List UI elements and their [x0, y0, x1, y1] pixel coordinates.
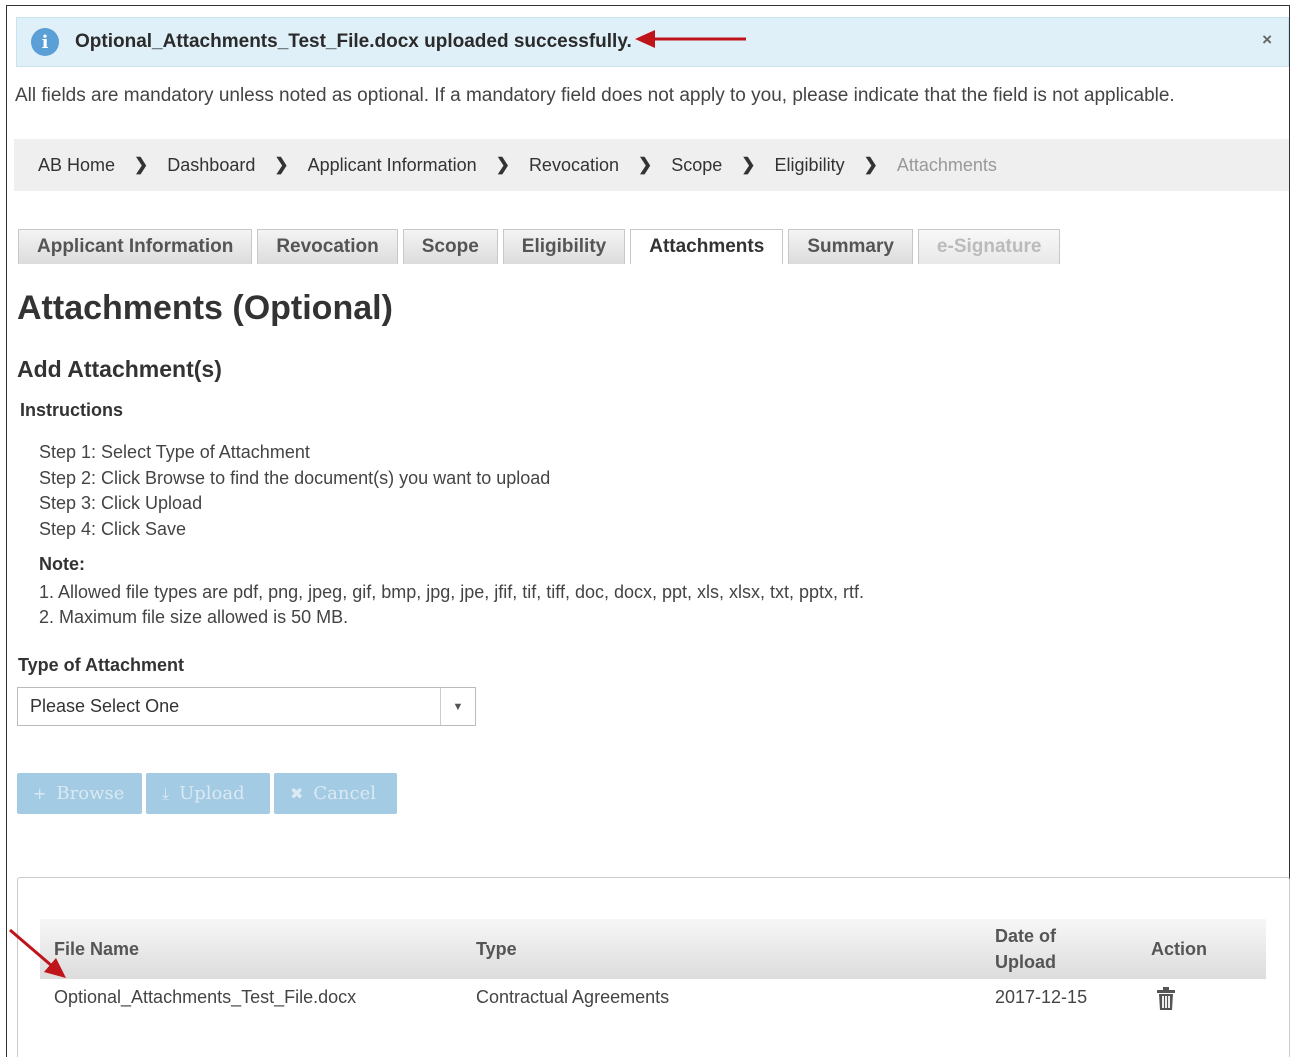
attachments-table-panel: File Name Type Date of Upload Action Opt… [17, 877, 1290, 1057]
upload-icon: ⤓ [162, 783, 170, 803]
tab-bar: Applicant Information Revocation Scope E… [18, 228, 1065, 264]
note-label: Note: [39, 554, 85, 574]
chevron-right-icon: ❯ [274, 155, 289, 174]
breadcrumb-attachments: Attachments [896, 154, 997, 175]
step-item: Step 3: Click Upload [39, 493, 203, 513]
plus-icon: + [33, 784, 47, 803]
cell-date: 2017-12-15 [995, 987, 1088, 1007]
table-row: Optional_Attachments_Test_File.docx Cont… [40, 979, 1266, 1019]
page-title: Attachments (Optional) [17, 289, 393, 327]
step-item: Step 2: Click Browse to find the documen… [39, 467, 551, 488]
breadcrumb-dashboard[interactable]: Dashboard [167, 155, 255, 176]
select-value: Please Select One [30, 696, 180, 716]
tab-e-signature: e-Signature [917, 229, 1061, 264]
chevron-right-icon: ❯ [495, 155, 510, 174]
trash-icon[interactable] [1156, 987, 1176, 1011]
tab-applicant-information[interactable]: Applicant Information [18, 229, 253, 264]
upload-button-label: Upload [179, 783, 245, 804]
column-header-date-of-upload[interactable]: Date of Upload [995, 923, 1056, 975]
mandatory-notice: All fields are mandatory unless noted as… [15, 85, 1175, 106]
tab-eligibility[interactable]: Eligibility [502, 229, 626, 264]
breadcrumb-scope[interactable]: Scope [671, 155, 722, 176]
chevron-right-icon: ❯ [741, 155, 756, 174]
close-icon[interactable]: × [1262, 30, 1272, 50]
notes-list: 1. Allowed file types are pdf, png, jpeg… [39, 580, 864, 629]
table-header: File Name Type Date of Upload Action [40, 919, 1266, 979]
info-icon: i [31, 28, 59, 56]
column-header-action: Action [1151, 939, 1207, 959]
annotation-arrow-file [9, 928, 66, 978]
chevron-right-icon: ❯ [863, 155, 878, 174]
column-header-type[interactable]: Type [476, 936, 517, 962]
chevron-right-icon: ❯ [134, 155, 149, 174]
step-item: Step 4: Click Save [39, 518, 187, 539]
instructions-label: Instructions [20, 400, 124, 420]
cell-type: Contractual Agreements [476, 987, 670, 1007]
caret-down-icon[interactable]: ▼ [440, 688, 475, 725]
cancel-button-label: Cancel [313, 783, 376, 804]
step-item: Step 1: Select Type of Attachment [39, 442, 310, 462]
chevron-right-icon: ❯ [638, 155, 653, 174]
breadcrumb-eligibility[interactable]: Eligibility [775, 155, 845, 176]
note-item: 2. Maximum file size allowed is 50 MB. [39, 606, 349, 627]
column-header-date-line1: Date of [995, 926, 1057, 946]
tab-revocation[interactable]: Revocation [257, 229, 398, 264]
alert-message: Optional_Attachments_Test_File.docx uplo… [75, 31, 632, 52]
upload-button[interactable]: ⤓ Upload [146, 773, 270, 814]
breadcrumb-revocation[interactable]: Revocation [529, 155, 619, 176]
section-title: Add Attachment(s) [17, 356, 222, 382]
browse-button[interactable]: + Browse [17, 773, 142, 814]
type-of-attachment-select[interactable]: Please Select One ▼ [17, 687, 476, 726]
x-icon: ✖ [290, 784, 304, 803]
tab-summary[interactable]: Summary [788, 229, 913, 264]
upload-button-row: + Browse ⤓ Upload ✖ Cancel [17, 773, 401, 814]
breadcrumb-ab-home[interactable]: AB Home [38, 155, 115, 176]
type-of-attachment-label: Type of Attachment [18, 655, 185, 675]
annotation-arrow-alert [635, 30, 746, 48]
breadcrumb: AB Home ❯ Dashboard ❯ Applicant Informat… [14, 139, 1289, 191]
instruction-steps: Step 1: Select Type of Attachment Step 2… [39, 440, 550, 542]
cell-file-name: Optional_Attachments_Test_File.docx [54, 987, 357, 1007]
browse-button-label: Browse [56, 783, 125, 804]
tab-attachments[interactable]: Attachments [630, 229, 784, 264]
column-header-date-line2: Upload [995, 952, 1056, 972]
cancel-button[interactable]: ✖ Cancel [274, 773, 397, 814]
tab-scope[interactable]: Scope [402, 229, 498, 264]
note-item: 1. Allowed file types are pdf, png, jpeg… [39, 582, 865, 602]
breadcrumb-applicant-information[interactable]: Applicant Information [308, 155, 477, 176]
